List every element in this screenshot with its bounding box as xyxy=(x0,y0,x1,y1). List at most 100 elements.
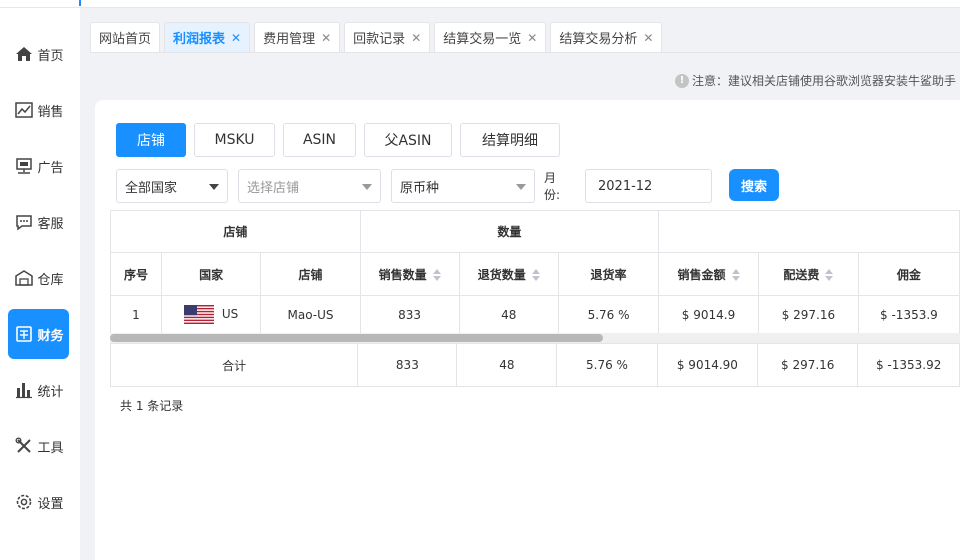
totals-commission: $ -1353.92 xyxy=(857,343,960,387)
sidebar-item-label: 设置 xyxy=(37,496,64,512)
warehouse-icon xyxy=(13,267,35,289)
search-button[interactable]: 搜索 xyxy=(729,169,779,201)
sidebar-item-stats[interactable]: 统计 xyxy=(8,365,69,415)
chevron-down-icon xyxy=(516,184,526,190)
tab-label: 结算交易一览 xyxy=(443,32,522,47)
notice-text: 注意：建议相关店铺使用谷歌浏览器安装牛鲨助手 xyxy=(692,74,957,88)
column-header-sales-amount[interactable]: 销售金额 xyxy=(658,252,759,296)
dimension-tab-msku[interactable]: MSKU xyxy=(194,123,275,157)
sidebar-item-ads[interactable]: 广告 xyxy=(8,141,69,191)
dimension-tab-asin[interactable]: ASIN xyxy=(283,123,356,157)
browser-notice: ! 注意：建议相关店铺使用谷歌浏览器安装牛鲨助手 xyxy=(675,72,956,89)
close-icon[interactable]: ✕ xyxy=(643,31,653,45)
sort-icon[interactable] xyxy=(731,269,740,281)
country-select[interactable]: 全部国家 xyxy=(116,169,228,203)
column-header-label: 退货数量 xyxy=(477,267,526,282)
column-header-label: 配送费 xyxy=(783,267,820,282)
column-header-return-rate: 退货率 xyxy=(558,252,660,296)
cell-country-code: US xyxy=(221,307,239,321)
sidebar-item-home[interactable]: 首页 xyxy=(8,29,69,79)
sort-icon[interactable] xyxy=(531,269,540,281)
dimension-tabs: 店铺 MSKU ASIN 父ASIN 结算明细 xyxy=(116,123,560,157)
warning-icon: ! xyxy=(675,73,689,88)
tab-label: 结算交易分析 xyxy=(559,32,638,47)
record-count: 共 1 条记录 xyxy=(120,399,184,413)
us-flag-icon xyxy=(184,305,215,324)
cell-return-qty: 48 xyxy=(458,295,560,334)
sidebar-item-service[interactable]: 客服 xyxy=(8,197,69,247)
column-header-label: 销售金额 xyxy=(677,267,726,282)
totals-return-rate: 5.76 % xyxy=(556,343,658,387)
chevron-down-icon xyxy=(209,184,219,190)
sidebar: 首页 销售 广告 客服 仓库 财务 统计 工具 设置 xyxy=(0,8,80,560)
sidebar-item-tools[interactable]: 工具 xyxy=(8,421,69,471)
month-label: 月份: xyxy=(544,171,561,202)
totals-sales-amount: $ 9014.90 xyxy=(656,343,759,387)
cell-index: 1 xyxy=(110,295,162,334)
close-icon[interactable]: ✕ xyxy=(411,31,421,45)
column-header-shipping[interactable]: 配送费 xyxy=(757,252,859,296)
sidebar-item-settings[interactable]: 设置 xyxy=(8,477,69,527)
column-header-label: 国家 xyxy=(199,267,224,282)
column-header-label: 佣金 xyxy=(896,267,921,282)
column-header-index: 序号 xyxy=(110,252,162,296)
column-header-label: 序号 xyxy=(123,267,148,282)
tools-icon xyxy=(13,435,35,457)
month-picker[interactable]: 2021-12 xyxy=(585,169,712,203)
sidebar-item-label: 仓库 xyxy=(37,272,64,288)
close-icon[interactable]: ✕ xyxy=(231,31,241,45)
scrollbar-thumb[interactable] xyxy=(110,334,603,342)
totals-row: 合计 833 48 5.76 % $ 9014.90 $ 297.16 $ -1… xyxy=(110,343,960,387)
sidebar-item-label: 财务 xyxy=(37,328,64,344)
column-header-commission: 佣金 xyxy=(857,252,960,296)
top-strip xyxy=(0,0,960,8)
sidebar-item-warehouse[interactable]: 仓库 xyxy=(8,253,69,303)
tab-profit-report[interactable]: 利润报表 ✕ xyxy=(164,22,251,52)
store-select[interactable]: 选择店铺 xyxy=(238,169,381,203)
cell-commission: $ -1353.9 xyxy=(857,295,960,334)
tab-payment-records[interactable]: 回款记录 ✕ xyxy=(344,22,431,52)
currency-select[interactable]: 原币种 xyxy=(391,169,535,203)
table-row: 1 US Mao-US 833 48 5.76 % $ 9014.9 $ 297… xyxy=(110,295,960,334)
page-tabs: 网站首页 利润报表 ✕ 费用管理 ✕ 回款记录 ✕ 结算交易一览 ✕ 结算交易分析 ✕ xyxy=(90,22,663,52)
column-header-label: 销售数量 xyxy=(378,267,427,282)
horizontal-scrollbar[interactable] xyxy=(110,333,960,343)
column-header-country: 国家 xyxy=(160,252,262,296)
sidebar-item-finance[interactable]: 财务 xyxy=(8,309,69,359)
cell-shipping: $ 297.16 xyxy=(757,295,859,334)
dimension-tab-parent-asin[interactable]: 父ASIN xyxy=(364,123,452,157)
sidebar-item-label: 销售 xyxy=(37,104,64,120)
sort-icon[interactable] xyxy=(432,269,441,281)
country-select-value: 全部国家 xyxy=(125,180,178,196)
totals-grid: 合计 833 48 5.76 % $ 9014.90 $ 297.16 $ -1… xyxy=(110,343,960,387)
sidebar-item-sales[interactable]: 销售 xyxy=(8,85,69,135)
cell-sales-amount: $ 9014.9 xyxy=(658,295,759,334)
close-icon[interactable]: ✕ xyxy=(527,31,537,45)
dimension-tab-store[interactable]: 店铺 xyxy=(116,123,186,157)
group-header-quantity: 数量 xyxy=(359,210,660,253)
cell-country: US xyxy=(160,295,262,334)
sidebar-item-label: 广告 xyxy=(37,160,64,176)
tab-site-home[interactable]: 网站首页 xyxy=(90,22,161,52)
column-header-sales-qty[interactable]: 销售数量 xyxy=(359,252,460,296)
table-group-header-row: 店铺 数量 xyxy=(110,210,960,253)
finance-icon xyxy=(13,323,35,345)
table-header-row: 序号 国家 店铺 销售数量 退货数量 退货率 销售金额 配送费 佣金 xyxy=(110,252,960,296)
close-icon[interactable]: ✕ xyxy=(321,31,331,45)
group-header-empty xyxy=(658,210,960,253)
tab-settlement-overview[interactable]: 结算交易一览 ✕ xyxy=(434,22,547,52)
column-header-return-qty[interactable]: 退货数量 xyxy=(458,252,560,296)
column-header-label: 退货率 xyxy=(590,267,627,282)
month-picker-value: 2021-12 xyxy=(598,178,653,194)
cell-sales-qty: 833 xyxy=(359,295,460,334)
dimension-tab-settlement-detail[interactable]: 结算明细 xyxy=(460,123,560,157)
sidebar-item-label: 客服 xyxy=(37,216,64,232)
tab-expense-management[interactable]: 费用管理 ✕ xyxy=(254,22,341,52)
tab-settlement-analysis[interactable]: 结算交易分析 ✕ xyxy=(550,22,663,52)
totals-label: 合计 xyxy=(110,343,359,387)
column-header-label: 店铺 xyxy=(298,267,323,282)
totals-table-row: 合计 833 48 5.76 % $ 9014.90 $ 297.16 $ -1… xyxy=(110,343,960,387)
sort-icon[interactable] xyxy=(825,269,834,281)
column-header-store: 店铺 xyxy=(260,252,361,296)
sidebar-item-label: 统计 xyxy=(37,384,64,400)
